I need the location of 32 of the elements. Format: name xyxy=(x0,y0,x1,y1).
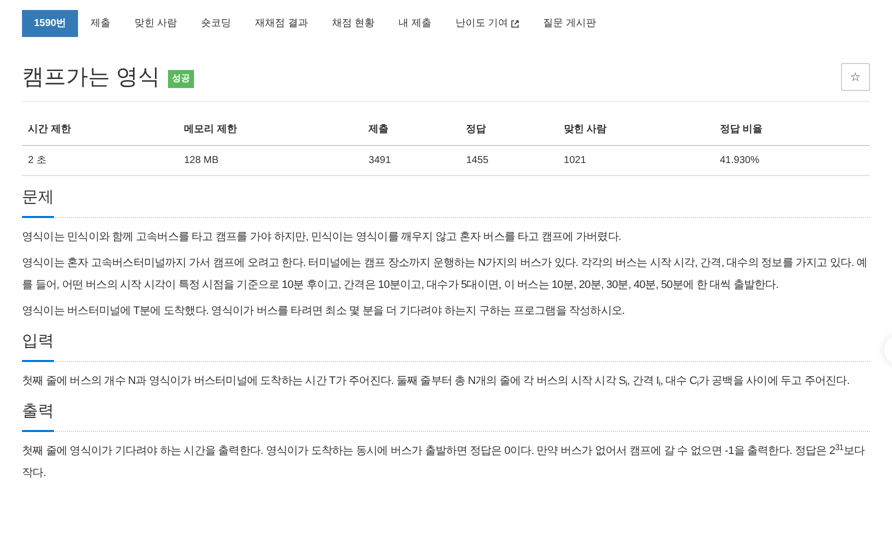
section-heading: 출력 xyxy=(22,400,54,432)
tab[interactable]: 채점 현황 xyxy=(320,10,387,37)
tab[interactable]: 숏코딩 xyxy=(189,10,244,37)
status-badge: 성공 xyxy=(168,70,194,88)
tab[interactable]: 난이도 기여 xyxy=(443,10,532,37)
problem-title: 캠프가는 영식 xyxy=(22,66,160,88)
paragraph: 첫째 줄에 영식이가 기다려야 하는 시간을 출력한다. 영식이가 도착하는 동시에 버스가 출발하면 정답은 0이다. 만약 버스가 없어서 캠프에 갈 수 없으면 -1을 출력한다. 정답은 2$^{31}$보다 작다. xyxy=(22,442,866,481)
table-cell: 2 초 xyxy=(22,146,178,176)
star-button[interactable]: ☆ xyxy=(841,63,870,91)
table-cell: 1455 xyxy=(460,146,558,176)
table-cell: 41.930% xyxy=(714,146,870,176)
column-header: 정답 비율 xyxy=(714,114,870,146)
tab[interactable]: 재채점 결과 xyxy=(243,10,320,37)
column-header: 시간 제한 xyxy=(22,114,178,146)
tab[interactable]: 질문 게시판 xyxy=(531,10,608,37)
tab[interactable]: 1590번 xyxy=(22,10,78,37)
paragraph: 영식이는 민식이와 함께 고속버스를 타고 캠프를 가야 하지만, 민식이는 영식이를 깨우지 않고 혼자 버스를 타고 캠프에 가버렸다. xyxy=(22,230,622,245)
tab[interactable]: 제출 xyxy=(78,10,122,37)
table-cell: 3491 xyxy=(362,146,460,176)
column-header: 메모리 제한 xyxy=(178,114,363,146)
section-heading: 문제 xyxy=(22,186,54,218)
table-cell: 128 MB xyxy=(178,146,363,176)
section-heading: 입력 xyxy=(22,330,54,362)
column-header: 맞힌 사람 xyxy=(558,114,714,146)
column-header: 정답 xyxy=(460,114,558,146)
paragraph: 영식이는 혼자 고속버스터미널까지 가서 캠프에 오려고 한다. 터미널에는 캠프 장소까지 운행하는 N가지의 버스가 있다. 각각의 버스는 시작 시각, 간격, 대수의 정보를 가지고 있다. 예를 들어, 어떤 버스의 시작 시각이 특정 시점을 기준으로 10분 후이고, 간격은 10분이고, 대수가 5대이면, 이 버스는 10분, 20분, 30분, 40분, 50분에 한 대씩 출발한다. xyxy=(22,256,868,293)
paragraph: 영식이는 버스터미널에 T분에 도착했다. 영식이가 버스를 타려면 최소 몇 분을 더 기다려야 하는지 구하는 프로그램을 작성하시오. xyxy=(22,304,626,319)
column-header: 제출 xyxy=(362,114,460,146)
paragraph: 첫째 줄에 버스의 개수 N과 영식이가 버스터미널에 도착하는 시간 T가 주어진다. 둘째 줄부터 총 N개의 줄에 각 버스의 시작 시각 S$_{i}$, 간격 I$_{i}$, 대수 C$_{i}$가 공백을 사이에 두고 주어진다. xyxy=(22,374,850,390)
table-cell: 1021 xyxy=(558,146,714,176)
tab[interactable]: 내 제출 xyxy=(386,10,444,37)
tab[interactable]: 맞힌 사람 xyxy=(122,10,190,37)
